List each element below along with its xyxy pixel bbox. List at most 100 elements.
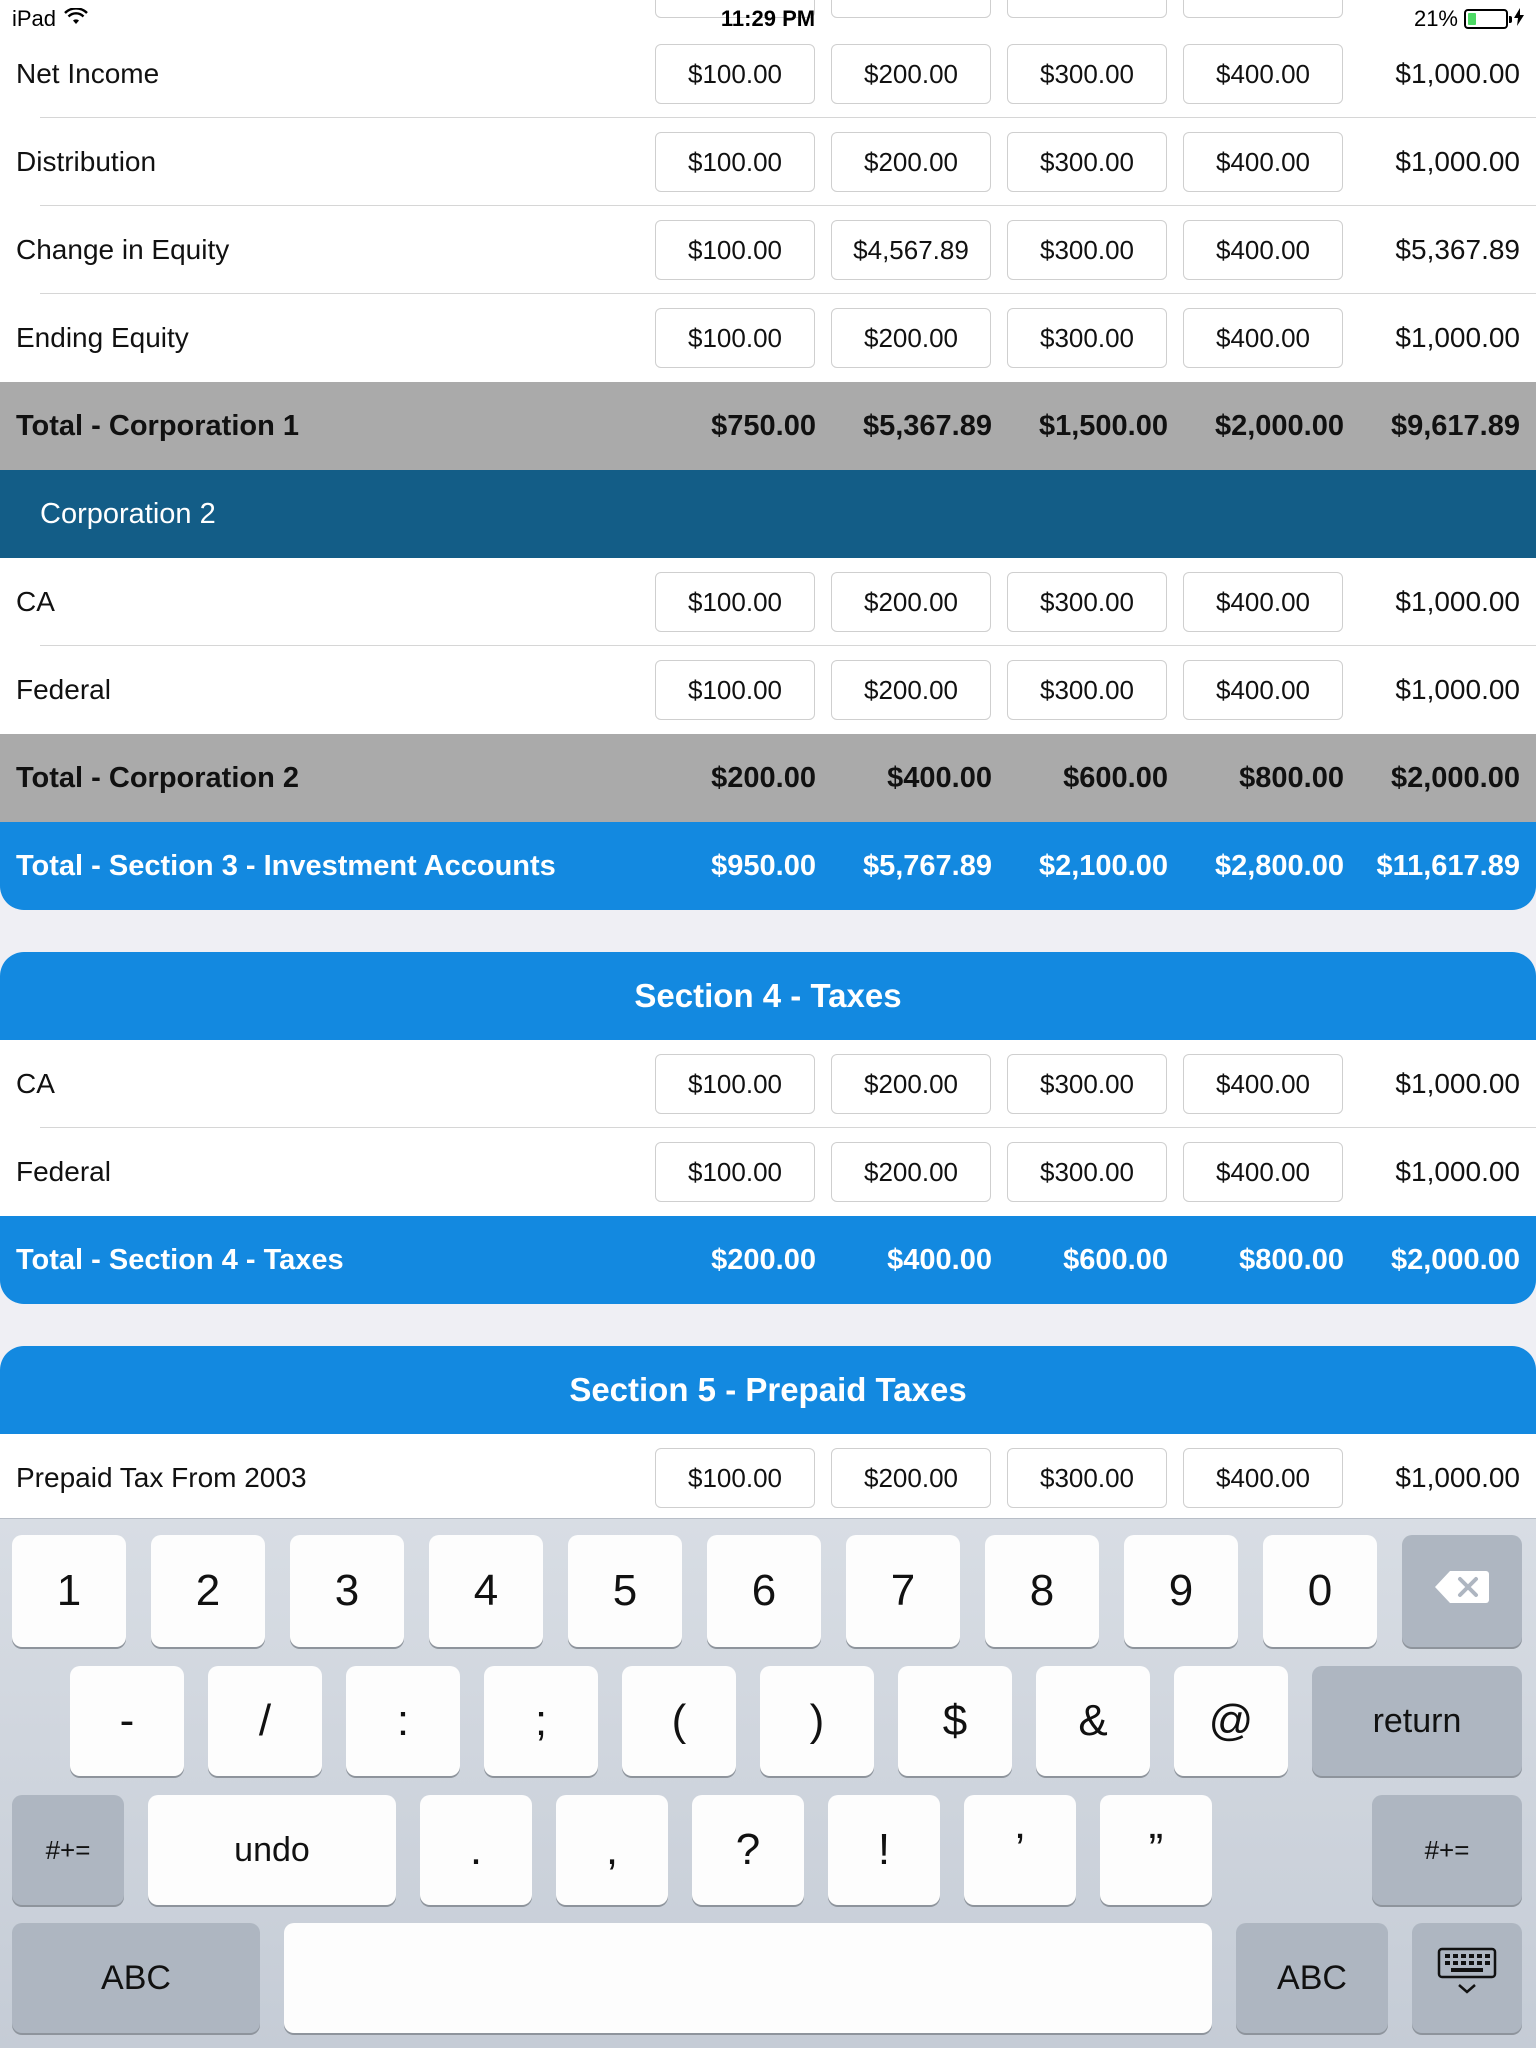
key-8[interactable]: 8 <box>985 1535 1099 1647</box>
total-value: $2,000.00 <box>1390 1244 1520 1276</box>
space-bar[interactable] <box>284 1923 1212 2033</box>
key-1[interactable]: 1 <box>12 1535 126 1647</box>
value-field[interactable]: $400.00 <box>1183 44 1343 104</box>
return-key[interactable]: return <box>1312 1666 1522 1776</box>
undo-key[interactable]: undo <box>148 1795 396 1905</box>
value-field[interactable]: $400.00 <box>1183 220 1343 280</box>
table-row: Distribution $100.00 $200.00 $300.00 $40… <box>0 118 1536 206</box>
key-exclamation[interactable]: ! <box>828 1795 940 1905</box>
key-dollar[interactable]: $ <box>898 1666 1012 1776</box>
key-5[interactable]: 5 <box>568 1535 682 1647</box>
value-field[interactable]: $100.00 <box>655 220 815 280</box>
value-field[interactable]: $400.00 <box>1183 1142 1343 1202</box>
row-total: $1,000.00 <box>1395 674 1520 705</box>
key-period[interactable]: . <box>420 1795 532 1905</box>
value-field[interactable]: $100.00 <box>655 308 815 368</box>
total-value: $800.00 <box>1239 1244 1344 1276</box>
symbols-key-right[interactable]: #+= <box>1372 1795 1522 1905</box>
value-field[interactable]: $300.00 <box>1007 1142 1167 1202</box>
value-field[interactable]: $200.00 <box>831 308 991 368</box>
row-label: Net Income <box>16 58 160 89</box>
value-field[interactable]: $200.00 <box>831 44 991 104</box>
total-value: $600.00 <box>1063 762 1168 794</box>
table-row: CA $100.00 $200.00 $300.00 $400.00 $1,00… <box>0 558 1536 646</box>
total-label: Total - Corporation 2 <box>16 762 300 794</box>
abc-key-right[interactable]: ABC <box>1236 1923 1388 2033</box>
key-colon[interactable]: : <box>346 1666 460 1776</box>
total-value: $1,500.00 <box>1038 410 1168 442</box>
value-field[interactable]: $4,567.89 <box>831 220 991 280</box>
value-field[interactable]: $300.00 <box>1007 1054 1167 1114</box>
row-total: $1,000.00 <box>1395 58 1520 89</box>
key-semicolon[interactable]: ; <box>484 1666 598 1776</box>
value-field[interactable]: $400.00 <box>1183 572 1343 632</box>
key-6[interactable]: 6 <box>707 1535 821 1647</box>
key-at[interactable]: @ <box>1174 1666 1288 1776</box>
key-3[interactable]: 3 <box>290 1535 404 1647</box>
key-ampersand[interactable]: & <box>1036 1666 1150 1776</box>
value-field[interactable]: $100.00 <box>655 132 815 192</box>
key-9[interactable]: 9 <box>1124 1535 1238 1647</box>
value-field[interactable]: $100.00 <box>655 1054 815 1114</box>
row-total: $5,367.89 <box>1395 234 1520 265</box>
value-field[interactable]: $300.00 <box>1007 44 1167 104</box>
key-comma[interactable]: , <box>556 1795 668 1905</box>
value-field[interactable]: $300.00 <box>1007 308 1167 368</box>
dismiss-keyboard-key[interactable] <box>1412 1923 1522 2033</box>
key-4[interactable]: 4 <box>429 1535 543 1647</box>
table-row: Federal $100.00 $200.00 $300.00 $400.00 … <box>0 646 1536 734</box>
charging-icon <box>1514 6 1524 32</box>
key-quote[interactable]: ” <box>1100 1795 1212 1905</box>
value-field[interactable]: $400.00 <box>1183 660 1343 720</box>
total-value: $600.00 <box>1063 1244 1168 1276</box>
row-total: $1,000.00 <box>1395 1462 1520 1493</box>
key-2[interactable]: 2 <box>151 1535 265 1647</box>
value-field[interactable]: $100.00 <box>655 572 815 632</box>
key-question[interactable]: ? <box>692 1795 804 1905</box>
value-field[interactable]: $100.00 <box>655 660 815 720</box>
section-3-total-row: Total - Section 3 - Investment Accounts … <box>0 822 1536 910</box>
key-apostrophe[interactable]: ’ <box>964 1795 1076 1905</box>
value-field[interactable]: $300.00 <box>1007 220 1167 280</box>
total-value: $2,000.00 <box>1214 410 1344 442</box>
total-value: $2,100.00 <box>1038 850 1168 882</box>
value-field[interactable]: $300.00 <box>1007 572 1167 632</box>
symbols-key-left[interactable]: #+= <box>12 1795 124 1905</box>
key-close-paren[interactable]: ) <box>760 1666 874 1776</box>
value-field[interactable]: $200.00 <box>831 1448 991 1508</box>
abc-key-left[interactable]: ABC <box>12 1923 260 2033</box>
value-field[interactable]: $300.00 <box>1007 1448 1167 1508</box>
backspace-key[interactable] <box>1402 1535 1522 1647</box>
value-field[interactable]: $300.00 <box>1007 660 1167 720</box>
key-open-paren[interactable]: ( <box>622 1666 736 1776</box>
value-field[interactable]: $400.00 <box>1183 132 1343 192</box>
total-value: $11,617.89 <box>1376 850 1520 882</box>
value-field[interactable]: $100.00 <box>655 1142 815 1202</box>
value-field[interactable]: $400.00 <box>1183 308 1343 368</box>
value-field[interactable]: $300.00 <box>1007 132 1167 192</box>
row-total: $1,000.00 <box>1395 1068 1520 1099</box>
value-field[interactable]: $200.00 <box>831 1054 991 1114</box>
value-field[interactable]: $400.00 <box>1183 1448 1343 1508</box>
value-field[interactable]: $100.00 <box>655 44 815 104</box>
total-value: $200.00 <box>711 1244 816 1276</box>
table-row: CA $100.00 $200.00 $300.00 $400.00 $1,00… <box>0 1040 1536 1128</box>
total-label: Total - Section 4 - Taxes <box>16 1244 344 1276</box>
value-field[interactable]: $400.00 <box>1183 1054 1343 1114</box>
value-field[interactable]: $200.00 <box>831 572 991 632</box>
row-total: $1,000.00 <box>1395 322 1520 353</box>
key-slash[interactable]: / <box>208 1666 322 1776</box>
value-field[interactable]: $200.00 <box>831 1142 991 1202</box>
total-value: $400.00 <box>887 1244 992 1276</box>
value-field[interactable]: $100.00 <box>655 1448 815 1508</box>
total-value: $2,800.00 <box>1214 850 1344 882</box>
key-hyphen[interactable]: - <box>70 1666 184 1776</box>
section-gap <box>0 910 1536 952</box>
total-value: $5,767.89 <box>862 850 992 882</box>
battery-fill <box>1468 13 1476 25</box>
value-field[interactable]: $200.00 <box>831 660 991 720</box>
total-value: $9,617.89 <box>1390 410 1520 442</box>
value-field[interactable]: $200.00 <box>831 132 991 192</box>
key-0[interactable]: 0 <box>1263 1535 1377 1647</box>
key-7[interactable]: 7 <box>846 1535 960 1647</box>
